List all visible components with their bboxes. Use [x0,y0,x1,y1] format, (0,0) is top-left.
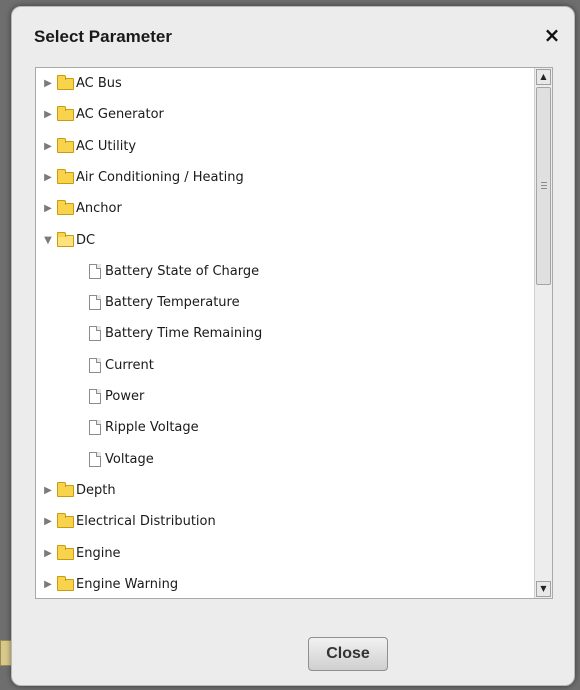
tree-file-item[interactable]: Ripple Voltage [36,414,534,442]
tree-item-label: Anchor [76,201,122,217]
folder-open-icon [57,231,74,247]
tree-item-label: Engine Warning [76,576,179,592]
tree-file-item[interactable]: Battery State of Charge [36,258,534,286]
tree-list: ▶ AC Bus ▶ AC Generator ▶ AC Utility ▶ Air Cond… [36,68,534,598]
tree-file-item[interactable]: Power [36,383,534,411]
close-button[interactable]: Close [308,637,388,671]
tree-folder-item[interactable]: ▶ Depth [36,477,534,505]
expand-arrow-icon[interactable]: ▶ [42,101,54,129]
close-icon[interactable]: × [540,23,564,47]
document-icon [89,263,101,279]
tree-item-label: AC Generator [76,107,164,123]
tree-item-label: Battery State of Charge [105,263,260,279]
parameter-tree: ▶ AC Bus ▶ AC Generator ▶ AC Utility ▶ Air Cond… [35,67,553,599]
scroll-down-arrow-icon[interactable]: ▼ [536,581,551,597]
vertical-scrollbar[interactable]: ▲ ▼ [534,68,552,598]
document-icon [89,451,101,467]
tree-folder-item[interactable]: ▼ DC [36,227,534,255]
folder-icon [57,513,74,529]
tree-item-label: Depth [76,482,116,498]
tree-item-label: Voltage [105,451,154,467]
tree-folder-item[interactable]: ▶ Engine Warning [36,571,534,598]
tree-file-item[interactable]: Battery Time Remaining [36,320,534,348]
expand-arrow-icon[interactable]: ▶ [42,195,54,223]
scrollbar-thumb[interactable] [536,87,551,285]
tree-item-label: Air Conditioning / Heating [76,169,244,185]
tree-item-label: Power [105,389,145,404]
select-parameter-dialog: Select Parameter × ▶ AC Bus ▶ AC Generator ▶… [11,6,575,686]
grip-icon [541,182,547,189]
folder-icon [57,575,74,591]
tree-item-label: Electrical Distribution [76,514,216,530]
expand-arrow-icon[interactable]: ▶ [42,164,54,192]
tree-folder-item[interactable]: ▶ AC Bus [36,70,534,98]
expand-arrow-icon[interactable]: ▶ [42,540,54,568]
collapse-arrow-icon[interactable]: ▼ [42,227,54,255]
document-icon [89,295,101,311]
tree-file-item[interactable]: Current [36,352,534,380]
document-icon [89,389,101,404]
folder-icon [57,137,74,153]
tree-folder-item[interactable]: ▶ Electrical Distribution [36,508,534,536]
expand-arrow-icon[interactable]: ▶ [42,571,54,598]
folder-icon [57,544,74,560]
tree-folder-item[interactable]: ▶ Anchor [36,195,534,223]
dialog-title: Select Parameter [34,27,172,46]
tree-folder-item[interactable]: ▶ Air Conditioning / Heating [36,164,534,192]
tree-item-label: DC [76,232,96,248]
document-icon [89,326,101,342]
folder-icon [57,200,74,216]
tree-item-label: Battery Time Remaining [105,326,263,342]
tree-folder-item[interactable]: ▶ Engine [36,540,534,568]
tree-item-label: Current [105,357,154,373]
document-icon [89,357,101,373]
scroll-up-arrow-icon[interactable]: ▲ [536,69,551,85]
expand-arrow-icon[interactable]: ▶ [42,133,54,161]
tree-folder-item[interactable]: ▶ AC Generator [36,101,534,129]
expand-arrow-icon[interactable]: ▶ [42,477,54,505]
tree-folder-item[interactable]: ▶ AC Utility [36,133,534,161]
tree-file-item[interactable]: Voltage [36,446,534,474]
folder-icon [57,481,74,497]
expand-arrow-icon[interactable]: ▶ [42,70,54,98]
tree-item-label: Ripple Voltage [105,420,199,436]
expand-arrow-icon[interactable]: ▶ [42,508,54,536]
document-icon [89,420,101,436]
tree-item-label: Engine [76,545,121,561]
tree-item-label: AC Bus [76,76,122,91]
folder-icon [57,168,74,184]
tree-file-item[interactable]: Battery Temperature [36,289,534,317]
tree-item-label: Battery Temperature [105,295,240,311]
folder-icon [57,106,74,122]
tree-item-label: AC Utility [76,138,137,154]
folder-icon [57,75,74,90]
